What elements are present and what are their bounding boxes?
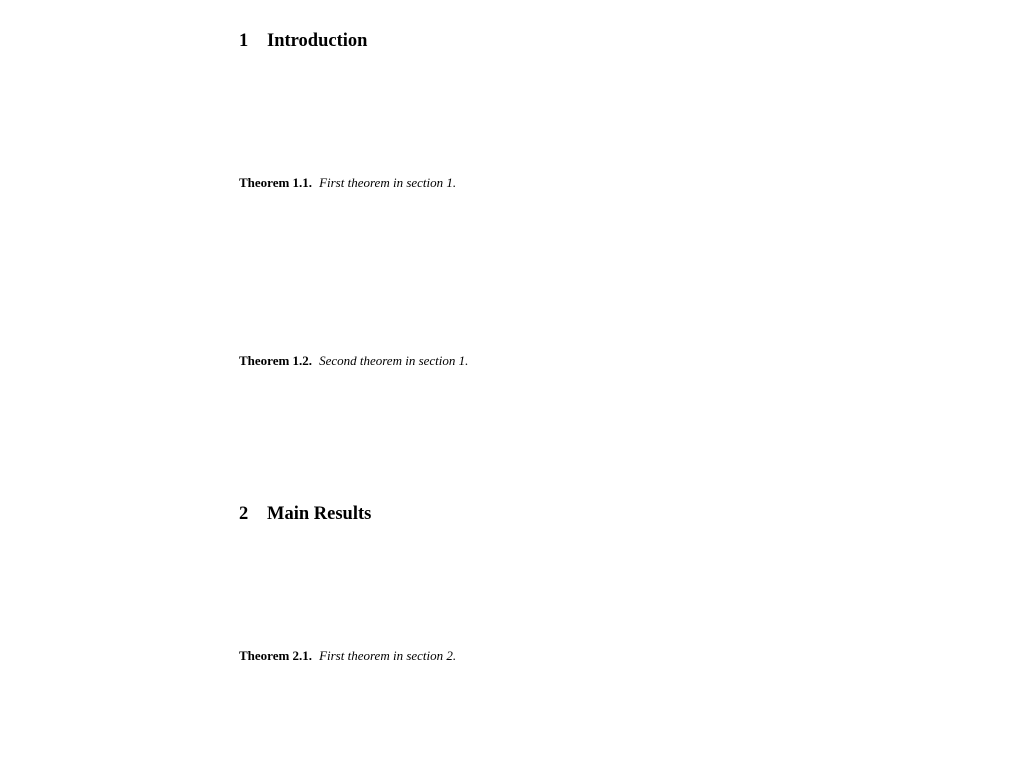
section-title: Main Results xyxy=(267,504,372,524)
theorem-1-2: Theorem 1.2. Second theorem in section 1. xyxy=(239,354,468,367)
section-heading-main-results: 2 Main Results xyxy=(239,505,371,524)
theorem-statement: First theorem in section 1. xyxy=(319,175,457,190)
section-number: 1 xyxy=(239,31,249,51)
theorem-label: Theorem 1.2. xyxy=(239,353,313,368)
theorem-label: Theorem 2.1. xyxy=(239,648,313,663)
section-title: Introduction xyxy=(267,31,368,51)
theorem-statement: First theorem in section 2. xyxy=(319,648,457,663)
section-heading-introduction: 1 Introduction xyxy=(239,32,367,51)
theorem-statement: Second theorem in section 1. xyxy=(319,353,469,368)
theorem-label: Theorem 1.1. xyxy=(239,175,313,190)
document-page: 1 Introduction Theorem 1.1. First theorem … xyxy=(0,0,1024,768)
section-number: 2 xyxy=(239,504,249,524)
theorem-2-1: Theorem 2.1. First theorem in section 2. xyxy=(239,649,456,662)
theorem-1-1: Theorem 1.1. First theorem in section 1. xyxy=(239,176,456,189)
